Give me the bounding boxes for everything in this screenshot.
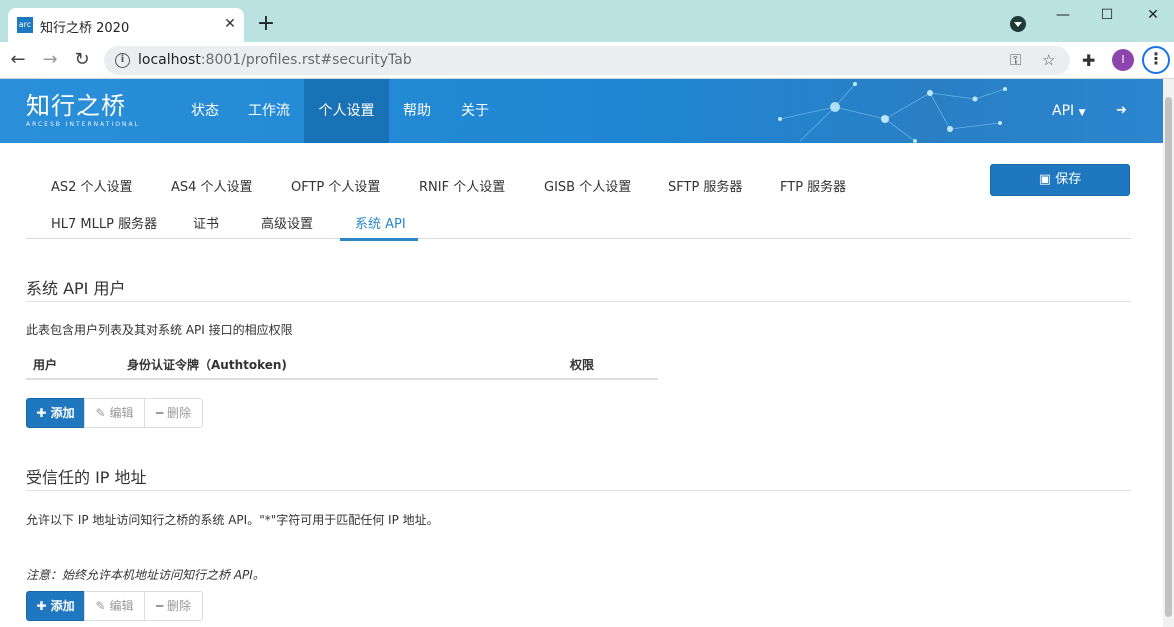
- delete-ip-button[interactable]: ━ 删除: [144, 591, 203, 621]
- header-constellation-decoration: [778, 82, 1007, 143]
- tab-gisb-profile[interactable]: GISB 个人设置: [544, 176, 631, 195]
- edit-pencil-icon: ✎: [95, 599, 106, 613]
- minus-icon: ━: [155, 406, 164, 420]
- close-window-icon[interactable]: ✕: [1138, 5, 1168, 25]
- app-header: 知行之桥 ARCESB INTERNATIONAL 状态 工作流 个人设置 帮助…: [0, 79, 1163, 143]
- site-info-icon[interactable]: i: [115, 53, 130, 68]
- reload-icon[interactable]: ↻: [70, 48, 94, 72]
- tab-sftp-server[interactable]: SFTP 服务器: [668, 176, 742, 195]
- column-header-authtoken[interactable]: 身份认证令牌（Authtoken): [127, 356, 287, 373]
- logout-icon[interactable]: ➜: [1116, 79, 1127, 143]
- add-label: 添加: [50, 599, 75, 613]
- edit-ip-button[interactable]: ✎ 编辑: [84, 591, 145, 621]
- tab-certificates[interactable]: 证书: [193, 213, 219, 232]
- logo-text: 知行之桥: [26, 92, 126, 120]
- browser-menu-icon[interactable]: ⋮: [1142, 46, 1170, 74]
- tab-as2-profile[interactable]: AS2 个人设置: [51, 176, 133, 195]
- add-label: 添加: [50, 406, 75, 420]
- maximize-window-icon[interactable]: ☐: [1092, 5, 1122, 25]
- tab-as4-profile[interactable]: AS4 个人设置: [171, 176, 253, 195]
- browser-tab[interactable]: arc 知行之桥 2020 ✕: [8, 8, 244, 42]
- tab-advanced-settings[interactable]: 高级设置: [261, 213, 313, 232]
- key-icon[interactable]: ⚿: [1010, 51, 1021, 69]
- trusted-ip-description: 允许以下 IP 地址访问知行之桥的系统 API。"*"字符可用于匹配任何 IP …: [26, 513, 439, 527]
- tabs-divider: [26, 238, 1131, 239]
- profile-avatar[interactable]: I: [1112, 49, 1134, 71]
- table-header-rule: [26, 378, 658, 380]
- caret-down-icon: ▼: [1078, 108, 1086, 118]
- minimize-window-icon[interactable]: —: [1048, 5, 1078, 25]
- edit-label: 编辑: [109, 599, 134, 613]
- tab-oftp-profile[interactable]: OFTP 个人设置: [291, 176, 380, 195]
- tab-ftp-server[interactable]: FTP 服务器: [780, 176, 846, 195]
- edit-user-button[interactable]: ✎ 编辑: [84, 398, 145, 428]
- api-users-description: 此表包含用户列表及其对系统 API 接口的相应权限: [26, 323, 293, 337]
- browser-toolbar: ← → ↻ i localhost:8001/profiles.rst#secu…: [0, 42, 1174, 79]
- trusted-ip-heading: 受信任的 IP 地址: [26, 468, 147, 487]
- close-tab-icon[interactable]: ✕: [221, 15, 239, 33]
- new-tab-plus-icon[interactable]: +: [254, 12, 278, 36]
- column-header-permissions[interactable]: 权限: [570, 356, 594, 373]
- url-host: localhost: [138, 52, 201, 68]
- nav-workflow[interactable]: 工作流: [240, 79, 298, 143]
- trusted-ip-note: 注意：始终允许本机地址访问知行之桥 API。: [26, 568, 265, 582]
- api-users-heading-rule: [26, 301, 1131, 302]
- address-bar[interactable]: i localhost:8001/profiles.rst#securityTa…: [104, 46, 1070, 75]
- logo-subtext: ARCESB INTERNATIONAL: [26, 121, 140, 128]
- tab-hl7-mllp-server[interactable]: HL7 MLLP 服务器: [51, 213, 157, 232]
- api-dropdown-label: API: [1052, 103, 1075, 119]
- edit-pencil-icon: ✎: [95, 406, 106, 420]
- api-dropdown[interactable]: API ▼: [1052, 79, 1086, 143]
- nav-status[interactable]: 状态: [178, 79, 232, 143]
- tab-search-icon[interactable]: [1010, 16, 1026, 32]
- save-button-label: 保存: [1055, 172, 1082, 187]
- delete-label: 删除: [167, 599, 192, 613]
- tab-system-api[interactable]: 系统 API: [355, 213, 406, 232]
- delete-label: 删除: [167, 406, 192, 420]
- forward-arrow-icon[interactable]: →: [38, 48, 62, 72]
- page-scrollbar[interactable]: [1163, 79, 1174, 627]
- arc-logo[interactable]: 知行之桥 ARCESB INTERNATIONAL: [26, 93, 140, 128]
- scrollbar-thumb[interactable]: [1165, 97, 1172, 617]
- edit-label: 编辑: [109, 406, 134, 420]
- browser-tab-title: 知行之桥 2020: [40, 21, 130, 36]
- plus-icon: ✚: [36, 599, 47, 613]
- save-button[interactable]: ▣ 保存: [990, 164, 1130, 196]
- delete-user-button[interactable]: ━ 删除: [144, 398, 203, 428]
- api-users-heading: 系统 API 用户: [26, 279, 126, 298]
- tab-rnif-profile[interactable]: RNIF 个人设置: [419, 176, 505, 195]
- add-user-button[interactable]: ✚ 添加: [26, 398, 85, 428]
- column-header-user[interactable]: 用户: [33, 356, 57, 373]
- active-tab-indicator: [340, 238, 418, 241]
- bookmark-star-icon[interactable]: ☆: [1042, 51, 1055, 69]
- minus-icon: ━: [155, 599, 164, 613]
- nav-profile-settings[interactable]: 个人设置: [304, 79, 389, 143]
- add-ip-button[interactable]: ✚ 添加: [26, 591, 85, 621]
- nav-about[interactable]: 关于: [448, 79, 502, 143]
- trusted-ip-heading-rule: [26, 490, 1131, 491]
- arc-favicon-icon: arc: [17, 17, 33, 33]
- nav-help[interactable]: 帮助: [390, 79, 444, 143]
- browser-tab-strip: arc 知行之桥 2020 ✕ + — ☐ ✕: [0, 0, 1174, 42]
- url-path: :8001/profiles.rst#securityTab: [200, 52, 412, 68]
- extensions-puzzle-icon[interactable]: ✚: [1082, 51, 1095, 70]
- plus-icon: ✚: [36, 406, 47, 420]
- back-arrow-icon[interactable]: ←: [6, 48, 30, 72]
- floppy-disk-icon: ▣: [1038, 172, 1052, 187]
- url-text[interactable]: localhost:8001/profiles.rst#securityTab: [138, 52, 412, 68]
